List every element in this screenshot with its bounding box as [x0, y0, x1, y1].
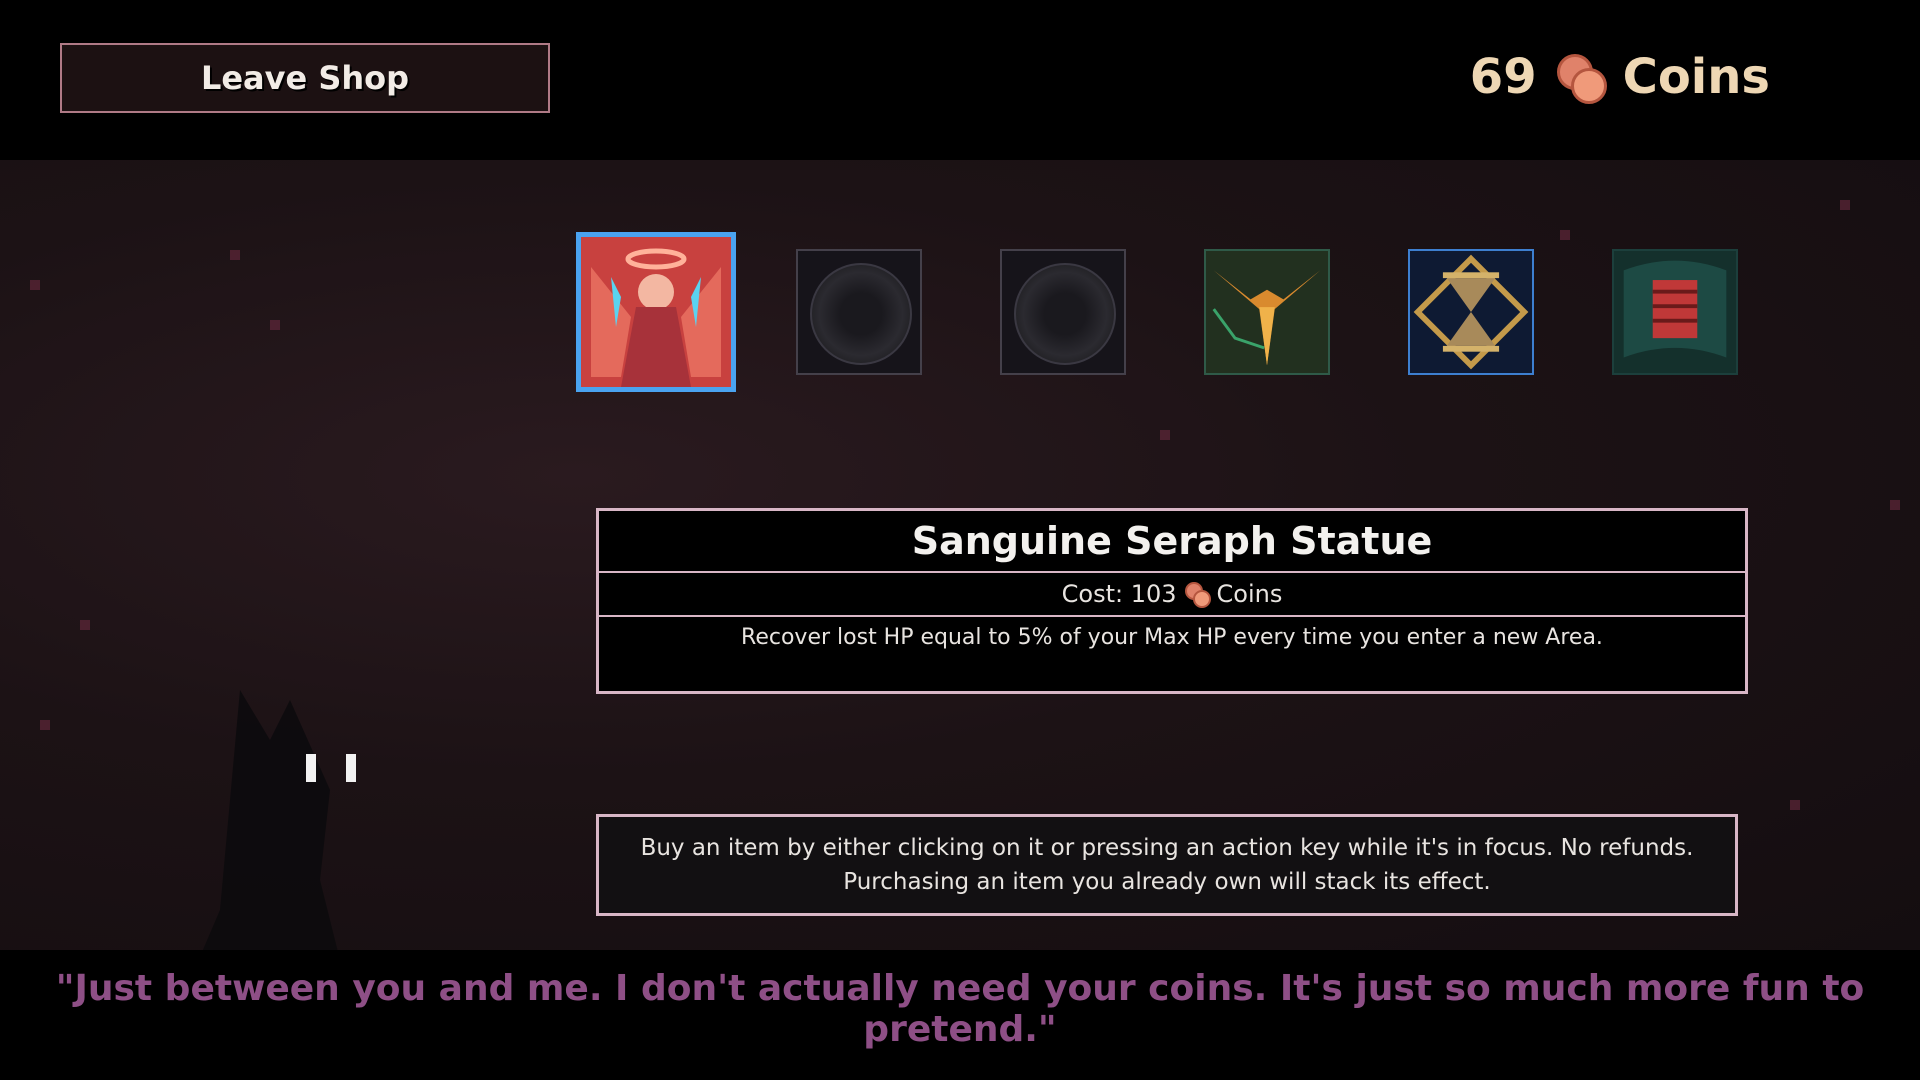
top-bar: Leave Shop 69 Coins: [0, 0, 1920, 160]
leave-shop-button[interactable]: Leave Shop: [60, 43, 550, 113]
shop-item-winged-sword[interactable]: [1204, 249, 1330, 375]
item-detail-panel: Sanguine Seraph Statue Cost: 103 Coins R…: [596, 508, 1748, 694]
item-cost: Cost: 103 Coins: [599, 573, 1745, 617]
shop-item-blood-banner[interactable]: [1612, 249, 1738, 375]
coin-counter: 69 Coins: [1470, 42, 1770, 112]
empty-slot-icon: [810, 263, 912, 365]
shopkeeper-dialogue: "Just between you and me. I don't actual…: [55, 968, 1865, 1050]
instructions-line-2: Purchasing an item you already own will …: [843, 869, 1491, 895]
empty-slot-icon: [1014, 263, 1116, 365]
instructions-line-1: Buy an item by either clicking on it or …: [640, 835, 1694, 861]
shop-item-hourglass[interactable]: [1408, 249, 1534, 375]
coin-stack-icon: [1555, 52, 1607, 104]
item-description: Recover lost HP equal to 5% of your Max …: [741, 625, 1603, 650]
shopkeeper-npc: [202, 690, 356, 950]
shop-item-empty-2[interactable]: [1000, 249, 1126, 375]
coin-label: Coins: [1622, 49, 1770, 105]
shop-instructions: Buy an item by either clicking on it or …: [596, 814, 1738, 916]
blood-banner-icon: [1614, 251, 1736, 373]
item-title: Sanguine Seraph Statue: [599, 511, 1745, 573]
item-cost-amount: Cost: 103: [1061, 580, 1177, 608]
winged-sword-icon: [1206, 251, 1328, 373]
shop-item-empty-1[interactable]: [796, 249, 922, 375]
hourglass-icon: [1410, 251, 1532, 373]
shop-item-seraph-statue[interactable]: [576, 232, 736, 392]
item-cost-unit: Coins: [1216, 580, 1283, 608]
coin-icon: [1184, 582, 1211, 608]
coin-count: 69: [1469, 49, 1537, 105]
seraph-statue-icon: [581, 237, 731, 387]
